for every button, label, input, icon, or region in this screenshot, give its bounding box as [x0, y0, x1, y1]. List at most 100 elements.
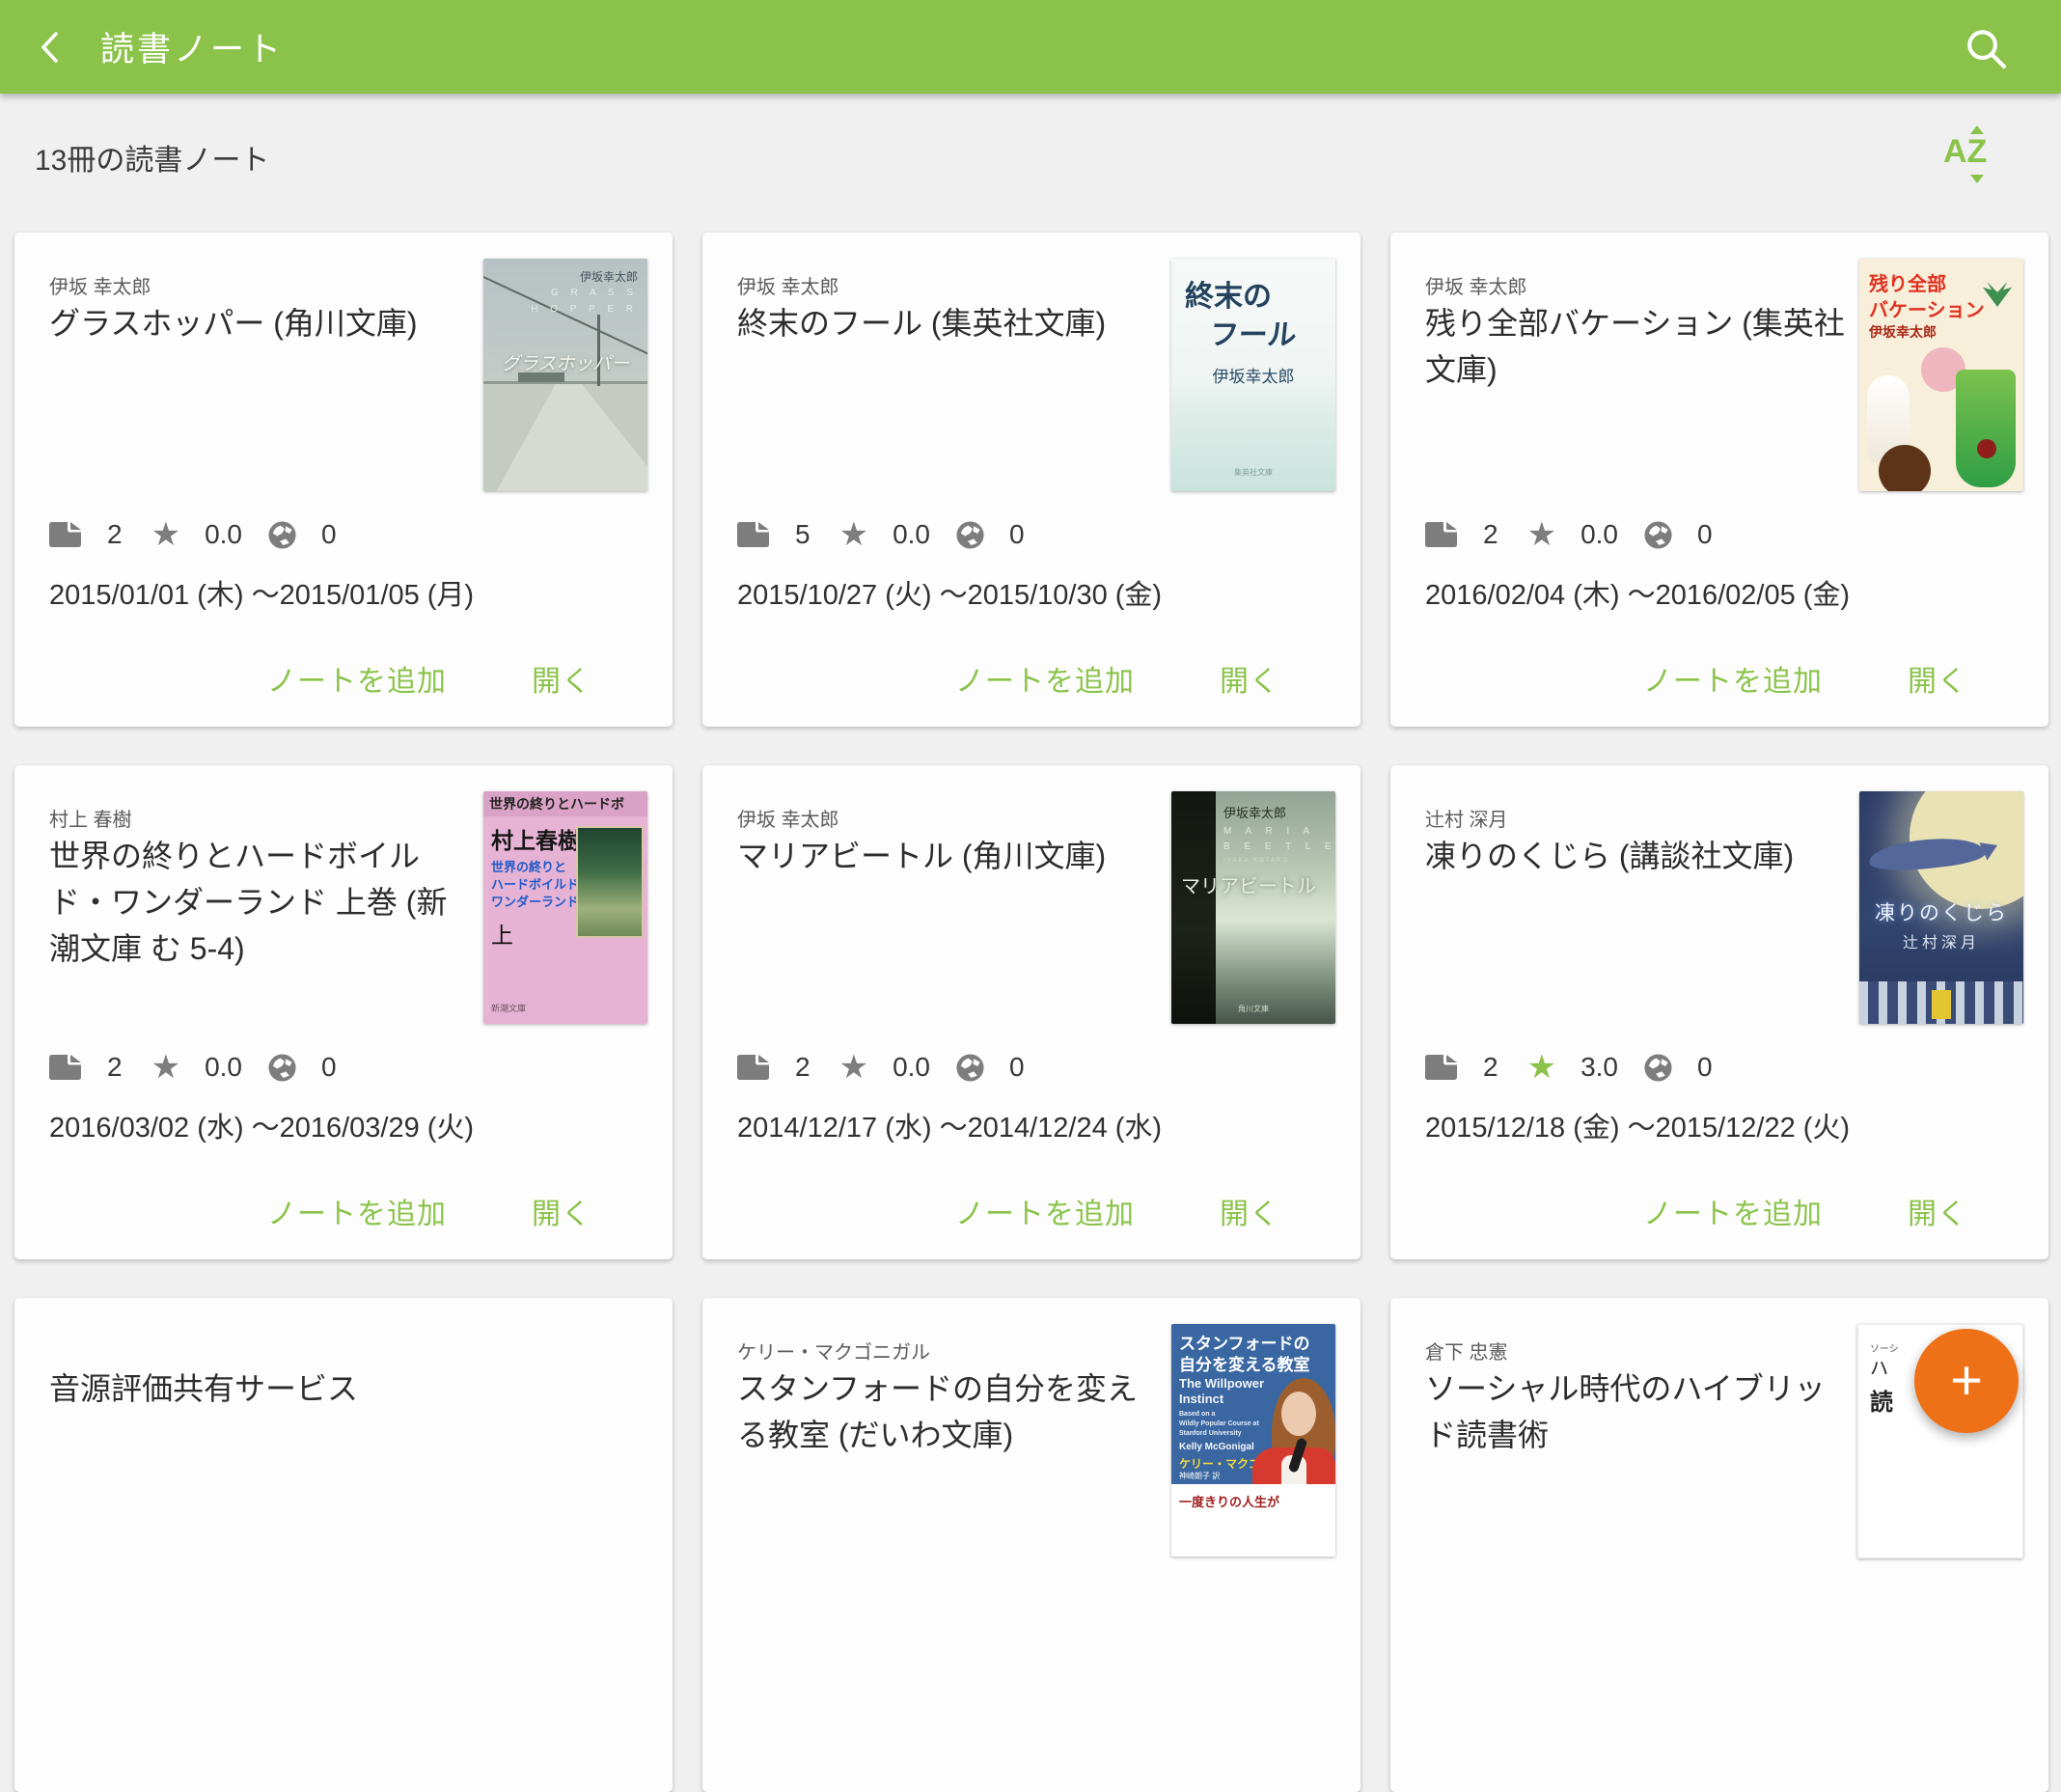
note-count: 5	[795, 519, 811, 550]
book-cover-image: 終末の フール 伊坂幸太郎 集英社文庫	[1171, 259, 1335, 491]
book-title: 凍りのくじら (講談社文庫)	[1425, 833, 1848, 879]
book-card-grid: 伊坂 幸太郎 グラスホッパー (角川文庫) 伊坂幸太郎 G R A S S H …	[14, 233, 2047, 1792]
rating-value: 0.0	[205, 1052, 242, 1083]
card-actions: ノートを追加 開く	[14, 657, 673, 700]
globe-icon	[1643, 520, 1673, 550]
search-icon	[1963, 25, 2007, 69]
book-author: 村上 春樹	[49, 804, 132, 832]
back-chevron-icon	[40, 31, 61, 64]
web-count: 0	[1009, 519, 1025, 550]
book-author: ケリー・マクゴニガル	[737, 1337, 930, 1365]
open-button[interactable]: 開く	[1220, 1190, 1279, 1232]
note-icon	[735, 1054, 771, 1081]
note-count: 2	[1483, 1052, 1498, 1083]
open-button[interactable]: 開く	[1908, 657, 1967, 700]
rating-value: 0.0	[893, 1052, 930, 1083]
reading-period: 2016/02/04 (木) ～2016/02/05 (金)	[1425, 572, 1850, 613]
book-author: 伊坂 幸太郎	[49, 271, 151, 299]
book-author: 伊坂 幸太郎	[1425, 271, 1527, 299]
note-count: 2	[107, 1052, 123, 1083]
add-note-button[interactable]: ノートを追加	[1643, 1190, 1823, 1232]
reading-period: 2014/12/17 (水) ～2014/12/24 (水)	[737, 1105, 1162, 1145]
reading-period: 2015/01/01 (木) ～2015/01/05 (月)	[49, 572, 474, 613]
book-card[interactable]: 音源評価共有サービス	[14, 1298, 673, 1792]
note-icon	[47, 1054, 83, 1081]
star-icon: ★	[1527, 518, 1556, 551]
book-author: 辻村 深月	[1425, 804, 1508, 832]
book-card[interactable]: 伊坂 幸太郎 残り全部バケーション (集英社文庫) 残り全部 バケーション 伊坂…	[1390, 233, 2048, 727]
book-title: ソーシャル時代のハイブリッド読書術	[1425, 1365, 1848, 1458]
plus-icon: +	[1950, 1353, 1983, 1409]
note-count: 2	[1483, 519, 1498, 550]
book-stats: 2 ★ 0.0 0	[47, 518, 337, 551]
book-card[interactable]: 村上 春樹 世界の終りとハードボイルド・ワンダーランド 上巻 (新潮文庫 む 5…	[14, 765, 673, 1259]
card-actions: ノートを追加 開く	[702, 657, 1360, 700]
card-actions: ノートを追加 開く	[14, 1190, 673, 1232]
add-note-button[interactable]: ノートを追加	[955, 657, 1135, 700]
add-book-fab[interactable]: +	[1914, 1329, 2019, 1433]
book-card[interactable]: 伊坂 幸太郎 マリアビートル (角川文庫) 伊坂幸太郎 M A R I A B …	[702, 765, 1360, 1259]
book-stats: 5 ★ 0.0 0	[735, 518, 1025, 551]
book-card[interactable]: 伊坂 幸太郎 終末のフール (集英社文庫) 終末の フール 伊坂幸太郎 集英社文…	[702, 233, 1360, 727]
book-card[interactable]: 伊坂 幸太郎 グラスホッパー (角川文庫) 伊坂幸太郎 G R A S S H …	[14, 233, 673, 727]
rating-value: 3.0	[1580, 1052, 1618, 1083]
web-count: 0	[1697, 519, 1713, 550]
web-count: 0	[1009, 1052, 1025, 1083]
add-note-button[interactable]: ノートを追加	[267, 657, 447, 700]
book-title: グラスホッパー (角川文庫)	[49, 300, 472, 346]
globe-icon	[955, 520, 985, 550]
book-cover-image: 世界の終りとハードボ 村上春樹 世界の終りと ハードボイルド・ ワンダーランド …	[483, 791, 647, 1024]
book-card[interactable]: ケリー・マクゴニガル スタンフォードの自分を変える教室 (だいわ文庫) スタンフ…	[702, 1298, 1360, 1792]
book-title: 残り全部バケーション (集英社文庫)	[1425, 300, 1848, 393]
book-cover-image: スタンフォードの 自分を変える教室 The Willpower Instinct…	[1171, 1324, 1335, 1557]
book-stats: 2 ★ 0.0 0	[735, 1051, 1025, 1084]
book-card[interactable]: 辻村 深月 凍りのくじら (講談社文庫) 凍りのくじら 辻村深月 2 ★ 3.0…	[1390, 765, 2048, 1259]
book-author: 伊坂 幸太郎	[737, 271, 839, 299]
book-title: 終末のフール (集英社文庫)	[737, 300, 1160, 346]
globe-icon	[955, 1053, 985, 1083]
web-count: 0	[1697, 1052, 1713, 1083]
sort-alphabetical-button[interactable]: AZ	[1941, 125, 2005, 185]
globe-icon	[267, 1053, 297, 1083]
card-actions: ノートを追加 開く	[1390, 1190, 2048, 1232]
sort-down-arrow-icon	[1970, 175, 1984, 183]
card-actions: ノートを追加 開く	[702, 1190, 1360, 1232]
open-button[interactable]: 開く	[1908, 1190, 1967, 1232]
note-count: 2	[795, 1052, 811, 1083]
web-count: 0	[321, 519, 337, 550]
star-icon: ★	[839, 1051, 868, 1084]
reading-period: 2015/12/18 (金) ～2015/12/22 (火)	[1425, 1105, 1850, 1145]
note-icon	[1423, 521, 1459, 548]
book-title: 世界の終りとハードボイルド・ワンダーランド 上巻 (新潮文庫 む 5-4)	[49, 833, 472, 972]
search-button[interactable]	[1963, 25, 2007, 69]
reading-period: 2016/03/02 (水) ～2016/03/29 (火)	[49, 1105, 474, 1145]
rating-value: 0.0	[893, 519, 930, 550]
add-note-button[interactable]: ノートを追加	[1643, 657, 1823, 700]
star-icon: ★	[1527, 1051, 1556, 1084]
add-note-button[interactable]: ノートを追加	[267, 1190, 447, 1232]
book-cover-image: 伊坂幸太郎 G R A S S H O P P E R グラスホッパー	[483, 259, 647, 491]
open-button[interactable]: 開く	[532, 1190, 591, 1232]
app-bar: 読書ノート	[0, 0, 2061, 94]
card-actions: ノートを追加 開く	[1390, 657, 2048, 700]
rating-value: 0.0	[1580, 519, 1618, 550]
book-cover-image: 伊坂幸太郎 M A R I A B E E T L E ISAKA KOTARO…	[1171, 791, 1335, 1024]
star-icon: ★	[839, 518, 868, 551]
book-cover-image: 凍りのくじら 辻村深月	[1859, 791, 2023, 1024]
open-button[interactable]: 開く	[532, 657, 591, 700]
rating-value: 0.0	[205, 519, 242, 550]
note-icon	[735, 521, 771, 548]
open-button[interactable]: 開く	[1220, 657, 1279, 700]
globe-icon	[267, 520, 297, 550]
book-count-label: 13冊の読書ノート	[35, 136, 269, 179]
book-stats: 2 ★ 0.0 0	[1423, 518, 1713, 551]
book-title: 音源評価共有サービス	[49, 1365, 472, 1412]
book-title: スタンフォードの自分を変える教室 (だいわ文庫)	[737, 1365, 1160, 1458]
book-author: 倉下 忠憲	[1425, 1337, 1508, 1365]
back-button[interactable]	[33, 26, 68, 69]
web-count: 0	[321, 1052, 337, 1083]
add-note-button[interactable]: ノートを追加	[955, 1190, 1135, 1232]
sort-az-icon: AZ	[1943, 133, 1987, 171]
note-icon	[47, 521, 83, 548]
note-icon	[1423, 1054, 1459, 1081]
